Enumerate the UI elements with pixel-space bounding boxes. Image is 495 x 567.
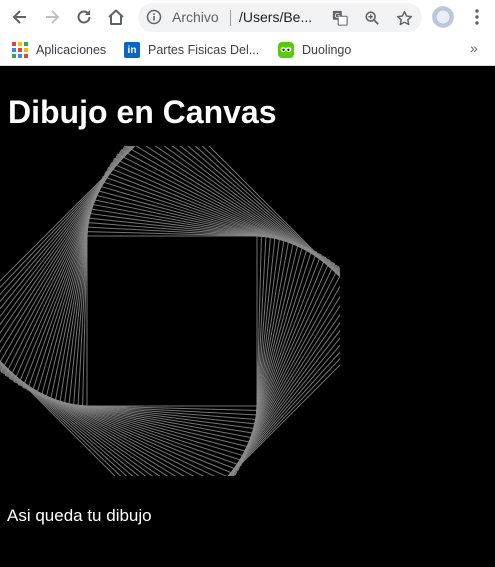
bookmark-duolingo[interactable]: Duolingo xyxy=(278,40,351,60)
kebab-menu-icon[interactable] xyxy=(468,8,486,26)
back-button[interactable] xyxy=(8,5,32,29)
spiral-square-stroke xyxy=(77,226,267,416)
zoom-button[interactable] xyxy=(363,9,381,27)
spiral-square-stroke xyxy=(73,222,271,420)
zoom-icon xyxy=(365,11,379,25)
spiral-square-stroke xyxy=(26,175,318,467)
bookmark-aplicaciones[interactable]: Aplicaciones xyxy=(12,40,106,60)
spiral-square-stroke xyxy=(82,231,262,411)
apps-grid-icon xyxy=(12,42,28,58)
address-bar[interactable]: Archivo /Users/Be... G xyxy=(138,3,422,32)
linkedin-icon: in xyxy=(124,42,140,58)
page-content: Dibujo en Canvas Asi queda tu dibujo xyxy=(0,66,495,567)
home-button[interactable] xyxy=(104,5,128,29)
spiral-square-stroke xyxy=(63,212,281,430)
browser-toolbar: Archivo /Users/Be... G xyxy=(0,0,495,35)
arrow-right-icon xyxy=(46,10,60,24)
home-icon xyxy=(108,9,124,25)
spiral-square-stroke xyxy=(54,203,290,439)
translate-button[interactable]: G xyxy=(331,9,349,27)
translate-icon: G xyxy=(332,10,348,26)
arrow-left-icon xyxy=(12,10,26,24)
bookmarks-bar: Aplicaciones in Partes Fisicas Del... Du… xyxy=(0,35,495,66)
reload-button[interactable] xyxy=(72,5,96,29)
spiral-square-stroke xyxy=(4,153,340,476)
page-title: Dibujo en Canvas xyxy=(8,94,277,130)
url-text[interactable]: /Users/Be... xyxy=(239,9,321,25)
bookmark-label: Aplicaciones xyxy=(36,43,107,57)
bookmark-partes-fisicas[interactable]: in Partes Fisicas Del... xyxy=(124,40,259,60)
url-scheme-label: Archivo xyxy=(172,9,219,25)
drawing-caption: Asi queda tu dibujo xyxy=(7,506,152,525)
canvas-drawing xyxy=(0,146,340,476)
spiral-square-stroke xyxy=(86,235,258,407)
forward-button[interactable] xyxy=(40,5,64,29)
bookmark-label: Partes Fisicas Del... xyxy=(148,43,260,57)
bookmark-label: Duolingo xyxy=(302,43,352,57)
svg-text:G: G xyxy=(335,11,341,20)
bookmark-star-button[interactable] xyxy=(395,9,413,27)
bookmarks-overflow-button[interactable]: » xyxy=(470,40,478,56)
star-icon xyxy=(396,10,412,25)
duolingo-icon xyxy=(278,42,294,58)
avatar[interactable] xyxy=(432,6,454,28)
spiral-square-stroke xyxy=(68,217,276,425)
reload-icon xyxy=(77,10,91,24)
spiral-square-stroke xyxy=(59,208,285,434)
url-separator xyxy=(230,10,231,26)
info-icon[interactable] xyxy=(146,9,162,25)
